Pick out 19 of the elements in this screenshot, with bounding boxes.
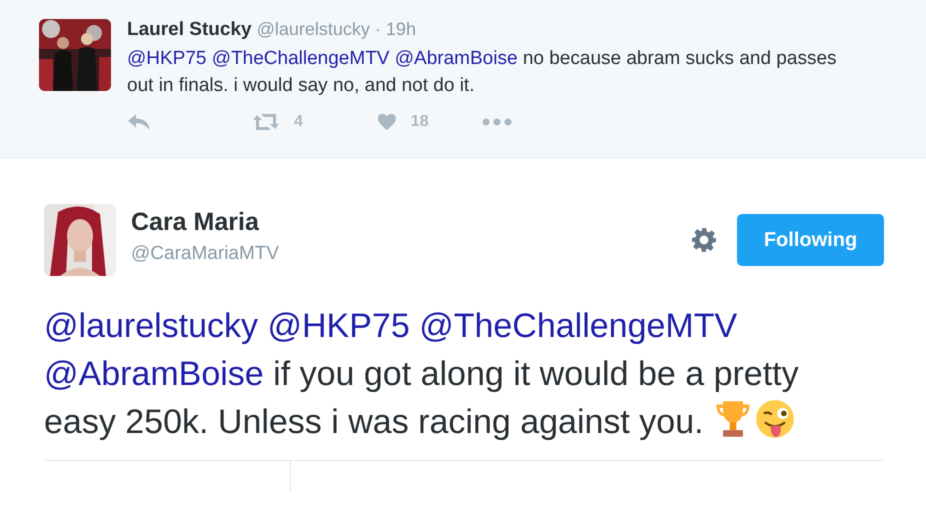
more-icon[interactable]	[482, 118, 512, 126]
mention-link[interactable]: @AbramBoise	[394, 48, 518, 69]
tweet-text: @HKP75 @TheChallengeMTV @AbramBoise no because abram sucks and passes out in finals. i would say no, and not do it.	[127, 47, 838, 98]
winking-face-icon	[755, 399, 796, 439]
mention-link[interactable]: @HKP75	[267, 307, 410, 345]
retweet-icon[interactable]	[252, 113, 280, 131]
author-name[interactable]: Laurel Stucky	[127, 19, 252, 41]
heart-icon[interactable]	[377, 113, 397, 131]
author-name[interactable]: Cara Maria	[131, 208, 691, 236]
tweet-text: @laurelstucky @HKP75 @TheChallengeMTV @AbramBoise if you got along it would be a pretty easy 250k. Unless i was racing against you.	[44, 306, 800, 443]
reply-icon[interactable]	[127, 113, 152, 131]
mention-link[interactable]: @laurelstucky	[44, 307, 258, 345]
mention-link[interactable]: @AbramBoise	[44, 355, 264, 393]
mention-link[interactable]: @HKP75	[127, 48, 206, 69]
action-count: 18	[410, 113, 429, 131]
mention-link[interactable]: @TheChallengeMTV	[212, 48, 390, 69]
settings-icon[interactable]	[691, 227, 717, 253]
mention-link[interactable]: @TheChallengeMTV	[419, 307, 738, 345]
action-count: 4	[294, 113, 303, 131]
